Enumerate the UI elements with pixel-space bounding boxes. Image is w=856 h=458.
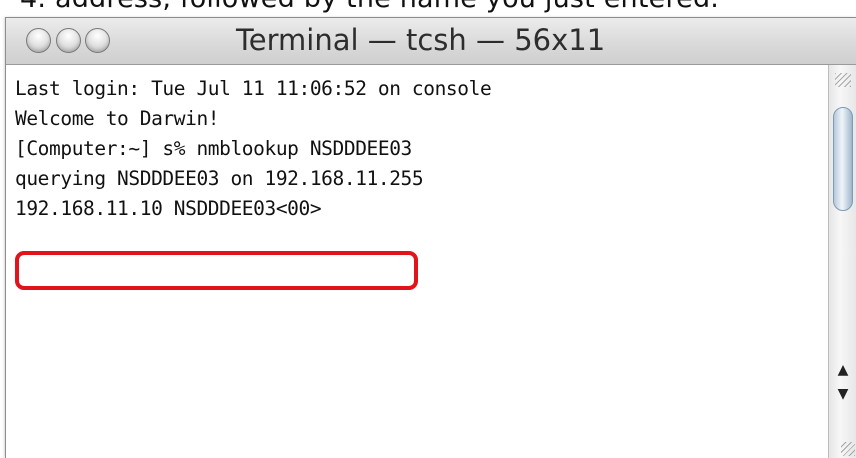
terminal-line: [Computer:~] s% nmblookup NSDDDEE03: [15, 137, 412, 160]
vertical-scrollbar[interactable]: ▲ ▼: [828, 65, 856, 458]
terminal-output[interactable]: Last login: Tue Jul 11 11:06:52 on conso…: [6, 65, 829, 458]
terminal-line: querying NSDDDEE03 on 192.168.11.255: [15, 167, 424, 190]
terminal-line: 192.168.11.10 NSDDDEE03<00>: [15, 197, 322, 220]
zoom-button[interactable]: [85, 28, 110, 53]
scroll-thumb[interactable]: [833, 107, 853, 211]
window-title: Terminal — tcsh — 56x11: [236, 23, 606, 57]
minimize-button[interactable]: [56, 28, 81, 53]
resize-handle-icon[interactable]: [841, 442, 855, 456]
scroll-up-arrow-icon[interactable]: ▲: [833, 359, 853, 381]
terminal-line: Last login: Tue Jul 11 11:06:52 on conso…: [15, 77, 492, 100]
instruction-caption: 4. address, followed by the name you jus…: [20, 0, 719, 14]
split-grip-icon[interactable]: [835, 73, 851, 87]
scroll-down-arrow-icon[interactable]: ▼: [833, 383, 853, 405]
terminal-window: Terminal — tcsh — 56x11 Last login: Tue …: [5, 17, 856, 458]
terminal-line: Welcome to Darwin!: [15, 107, 220, 130]
title-bar[interactable]: Terminal — tcsh — 56x11: [6, 18, 856, 65]
close-button[interactable]: [26, 28, 51, 53]
highlight-box: [15, 251, 418, 290]
